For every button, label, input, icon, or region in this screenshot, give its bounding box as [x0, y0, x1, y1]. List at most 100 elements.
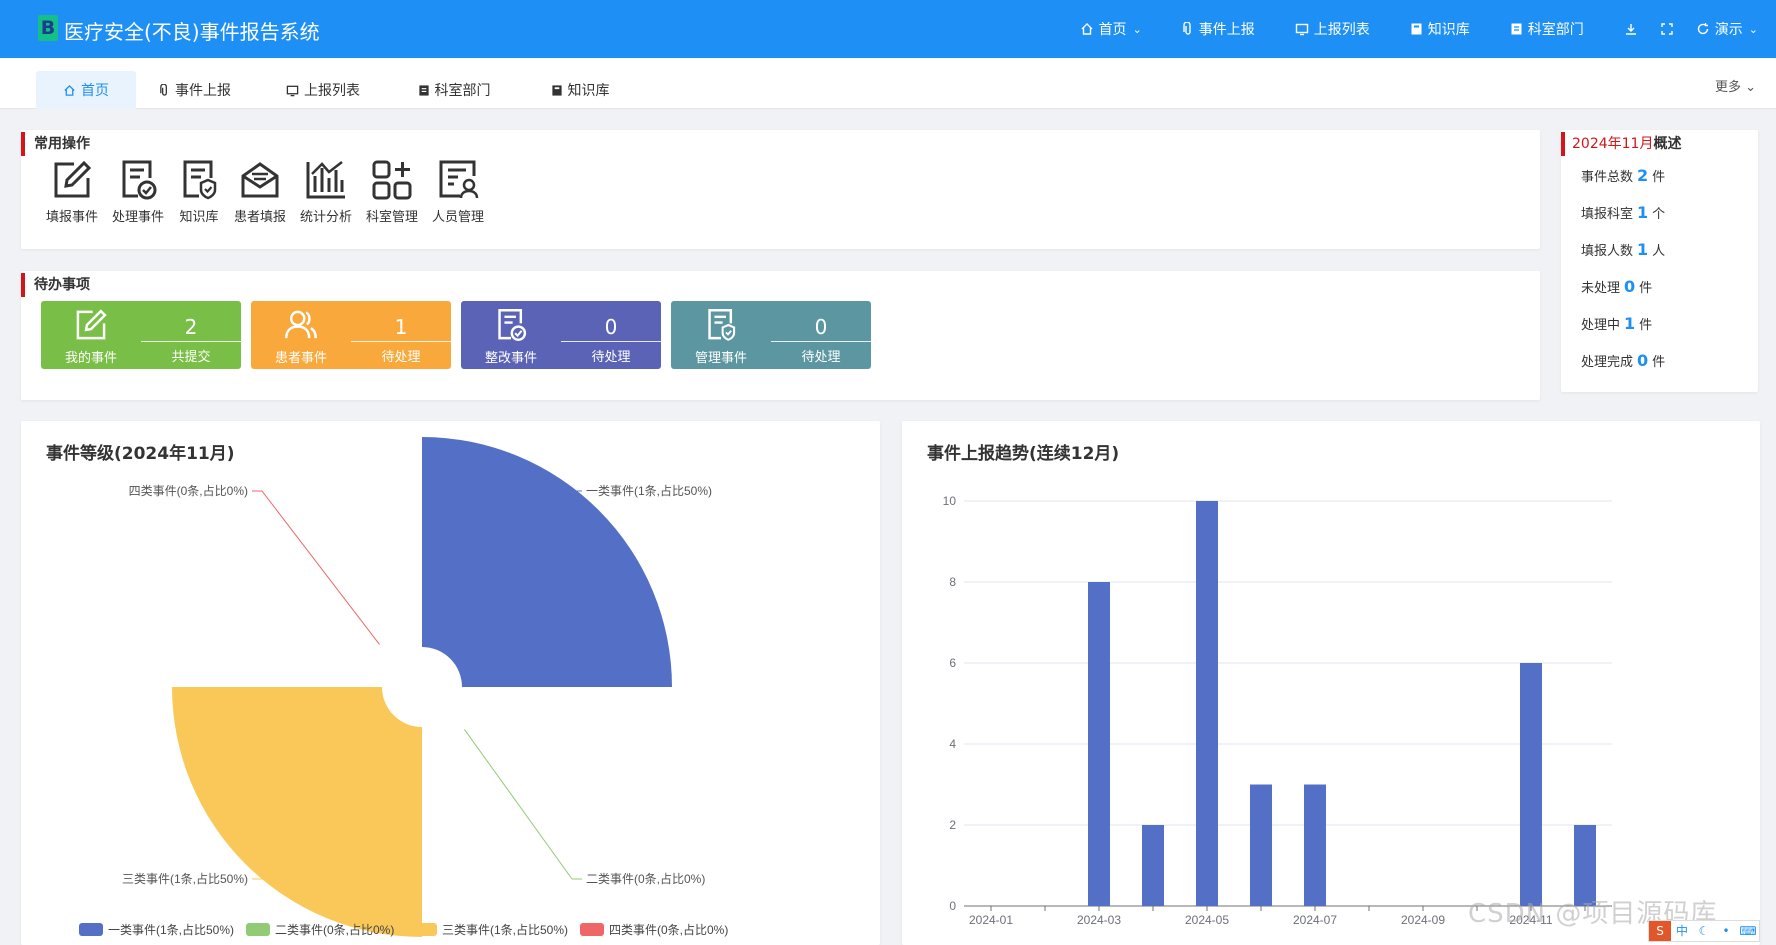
tab-report-label: 事件上报: [175, 83, 231, 99]
user-menu[interactable]: 演示 ⌄: [1696, 19, 1758, 39]
card-label: 共提交: [171, 350, 211, 365]
home-icon: [64, 84, 75, 96]
download-icon: [1625, 24, 1636, 35]
card-label: 待处理: [381, 350, 421, 365]
fullscreen-button[interactable]: [1660, 22, 1674, 36]
nav-list-label: 上报列表: [1313, 22, 1370, 38]
legend-label: 二类事件(0条,占比0%): [275, 922, 394, 937]
quick-ops-title: 常用操作: [21, 132, 90, 156]
trend-chart: 0 2 4 6 8 10 2024-01 2024-03 2024-05 2024-07 2024-…: [943, 494, 1612, 927]
todo-card-rectify-events[interactable]: 整改事件 0 待处理: [461, 301, 661, 369]
tab-home[interactable]: 首页: [36, 71, 136, 109]
grid-plus-icon: [372, 160, 412, 200]
op-department-mgmt[interactable]: 科室管理: [363, 158, 421, 225]
op-label: 处理事件: [111, 210, 164, 225]
op-knowledge[interactable]: 知识库: [175, 158, 223, 225]
nav-home-label: 首页: [1098, 22, 1127, 38]
op-statistics[interactable]: 统计分析: [297, 158, 355, 225]
op-staff-mgmt[interactable]: 人员管理: [429, 158, 487, 225]
download-button[interactable]: [1624, 22, 1638, 36]
nav-knowledge-label: 知识库: [1427, 22, 1470, 38]
event-level-chart-title: 事件等级(2024年11月): [46, 444, 235, 464]
card-count: 1: [394, 315, 408, 339]
op-patient-report[interactable]: 患者填报: [231, 158, 289, 225]
ime-toolbar: S 中 ☾ • ⌨: [1648, 920, 1760, 942]
todo-card-manage-events[interactable]: 管理事件 0 待处理: [671, 301, 871, 369]
summary-row: 填报人数 1 人: [1581, 240, 1665, 259]
tab-knowledge[interactable]: 知识库: [540, 71, 620, 109]
summary-unit: 人: [1652, 244, 1666, 259]
nav-home[interactable]: 首页 ⌄: [1080, 19, 1142, 39]
summary-value: 0: [1637, 351, 1649, 370]
bar: [1520, 663, 1542, 906]
x-tick-label: 2024-07: [1293, 913, 1337, 927]
x-tick-label: 2024-05: [1185, 913, 1229, 927]
summary-label: 处理完成: [1581, 355, 1634, 370]
pie-label: 二类事件(0条,占比0%): [586, 871, 705, 886]
legend-swatch: [246, 923, 270, 936]
tab-list[interactable]: 上报列表: [278, 71, 368, 109]
bar: [1142, 825, 1164, 906]
nav-department-label: 科室部门: [1527, 22, 1584, 38]
y-tick-label: 10: [943, 494, 957, 508]
process-doc-icon: [498, 309, 527, 341]
nav-knowledge[interactable]: 知识库: [1410, 19, 1470, 39]
paperclip-icon: [160, 83, 167, 96]
tab-department[interactable]: 科室部门: [409, 71, 499, 109]
legend-swatch: [413, 923, 437, 936]
tab-list-label: 上报列表: [304, 83, 360, 99]
summary-unit: 件: [1652, 170, 1666, 185]
op-label: 科室管理: [365, 210, 418, 225]
ime-moon-icon: ☾: [1698, 924, 1710, 938]
todo-card-patient-events[interactable]: 患者事件 1 待处理: [251, 301, 451, 369]
bar: [1250, 784, 1272, 906]
y-tick-label: 4: [949, 737, 956, 751]
document-icon: [418, 84, 429, 96]
pie-leader-line: [252, 490, 380, 645]
event-level-chart-panel: 一类事件(1条,占比50%) 二类事件(0条,占比0%) 三类事件(1条,占比50%…: [21, 421, 880, 945]
x-tick-label: 2024-03: [1077, 913, 1121, 927]
summary-label: 未处理: [1581, 281, 1621, 296]
summary-title: 2024年11月概述: [1561, 132, 1681, 156]
nav-department[interactable]: 科室部门: [1510, 19, 1584, 39]
summary-row: 填报科室 1 个: [1581, 203, 1665, 222]
top-bar: B 医疗安全(不良)事件报告系统 首页 ⌄ 事件上报 上报列表 知识库 科室部门: [0, 0, 1776, 58]
fullscreen-icon: [1661, 23, 1673, 35]
chevron-down-icon: ⌄: [1132, 22, 1142, 36]
op-process-event[interactable]: 处理事件: [109, 158, 167, 225]
process-doc-icon: [122, 160, 157, 200]
app-title: 医疗安全(不良)事件报告系统: [64, 20, 320, 44]
card-name: 整改事件: [484, 351, 537, 366]
card-label: 待处理: [591, 350, 631, 365]
ime-punct-icon: •: [1722, 924, 1730, 938]
legend-label: 一类事件(1条,占比50%): [108, 922, 234, 937]
summary-label: 事件总数: [1581, 170, 1634, 185]
todo-title: 待办事项: [21, 273, 90, 297]
legend-swatch: [580, 923, 604, 936]
summary-label: 填报人数: [1581, 244, 1634, 259]
nav-report[interactable]: 事件上报: [1182, 19, 1255, 39]
op-label: 人员管理: [431, 210, 484, 225]
tab-report[interactable]: 事件上报: [150, 71, 240, 109]
user-label: 演示: [1714, 22, 1743, 38]
bar-chart-icon: [306, 161, 345, 199]
book-icon: [551, 84, 562, 96]
summary-unit: 件: [1639, 318, 1653, 333]
event-level-chart: 一类事件(1条,占比50%) 二类事件(0条,占比0%) 三类事件(1条,占比50%…: [79, 437, 728, 937]
more-tabs-button[interactable]: 更多 ⌄: [1715, 76, 1756, 95]
summary-value: 0: [1624, 277, 1636, 296]
tab-bar: 首页 事件上报 上报列表 科室部门 知识库 更多 ⌄: [0, 58, 1776, 109]
edit-icon: [54, 160, 92, 198]
op-label: 知识库: [179, 210, 219, 225]
op-label: 统计分析: [299, 210, 352, 225]
op-report-event[interactable]: 填报事件: [43, 158, 101, 225]
y-tick-label: 2: [949, 818, 956, 832]
todo-card-my-events[interactable]: 我的事件 2 共提交: [41, 301, 241, 369]
nav-list[interactable]: 上报列表: [1295, 19, 1370, 39]
shield-doc-icon: [183, 160, 217, 200]
todo-panel: 待办事项 我的事件 2 共提交 患者事件 1 待处理 整改事件 0 待处理 管理…: [21, 271, 1540, 400]
summary-unit: 个: [1652, 207, 1666, 222]
summary-row: 事件总数 2 件: [1581, 166, 1665, 185]
monitor-icon: [286, 85, 299, 96]
y-tick-label: 0: [949, 899, 956, 913]
